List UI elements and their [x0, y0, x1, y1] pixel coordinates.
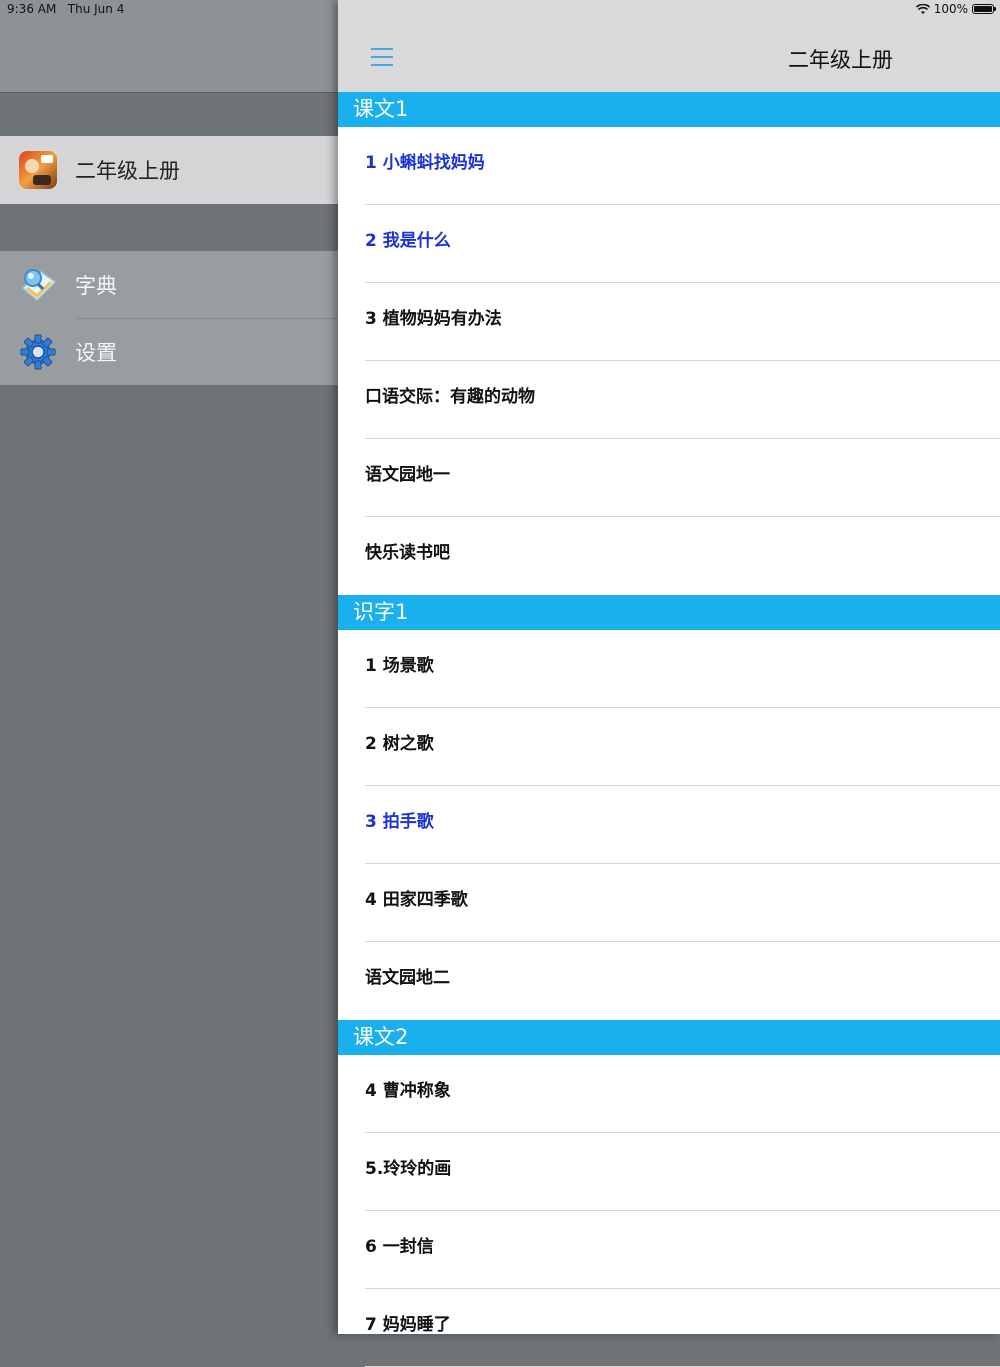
lesson-row[interactable]: 3 植物妈妈有办法 [338, 283, 1000, 361]
lesson-list: 课文1 1 小蝌蚪找妈妈 2 我是什么 3 植物妈妈有办法口语交际：有趣的动物 语文园地… [338, 92, 1000, 1367]
lesson-row[interactable]: 1 场景歌 [338, 630, 1000, 708]
page-title: 二年级上册 [788, 48, 893, 72]
gear-icon [20, 334, 56, 370]
sidebar-item-label: 字典 [75, 273, 117, 298]
lesson-title: 3 植物妈妈有办法 [365, 309, 502, 329]
lesson-title: 5.玲玲的画 [365, 1159, 452, 1179]
lesson-title: 快乐读书吧 [365, 543, 450, 563]
lesson-title: 1 小蝌蚪找妈妈 [365, 153, 485, 173]
section-header: 课文1 [338, 92, 1000, 127]
lesson-row[interactable]: 4 曹冲称象 [338, 1055, 1000, 1133]
lesson-row[interactable]: 2 树之歌 [338, 708, 1000, 786]
lesson-title: 7 妈妈睡了 [365, 1315, 451, 1335]
lesson-title: 3 拍手歌 [365, 812, 434, 832]
lesson-title: 语文园地一 [365, 465, 450, 485]
dictionary-icon [21, 268, 57, 301]
lesson-row[interactable]: 3 拍手歌 [338, 786, 1000, 864]
sidebar-item-label: 设置 [75, 341, 117, 365]
lesson-row[interactable]: 5.玲玲的画 [338, 1133, 1000, 1211]
lesson-title: 1 场景歌 [365, 656, 434, 676]
section-header: 课文2 [338, 1020, 1000, 1055]
lesson-title: 口语交际：有趣的动物 [365, 387, 535, 407]
lesson-row[interactable]: 口语交际：有趣的动物 [338, 361, 1000, 439]
lesson-title: 6 一封信 [365, 1237, 434, 1257]
status-time: 9:36 AM Thu Jun 4 [7, 2, 125, 16]
status-bar: 9:36 AM Thu Jun 4 100% [0, 0, 1000, 20]
lesson-title: 4 曹冲称象 [365, 1081, 451, 1101]
lesson-title: 2 树之歌 [365, 734, 434, 754]
lesson-row[interactable]: 7 妈妈睡了 [338, 1289, 1000, 1367]
sidebar-item-label: 二年级上册 [75, 159, 180, 183]
lesson-title: 4 田家四季歌 [365, 890, 468, 910]
sidebar-item-settings[interactable]: 设置 [0, 319, 338, 385]
lesson-title: 语文园地二 [365, 968, 450, 988]
wifi-icon [915, 3, 930, 14]
lesson-row[interactable]: 2 我是什么 [338, 205, 1000, 283]
battery-percent: 100% [933, 2, 968, 16]
main-panel: 二年级上册 课文1 1 小蝌蚪找妈妈 2 我是什么 3 植物妈妈有办法口语交际：有趣的… [338, 0, 1000, 1367]
lesson-row[interactable]: 快乐读书吧 [338, 517, 1000, 595]
sidebar-item-dictionary[interactable]: 字典 [0, 251, 338, 318]
lesson-row[interactable]: 语文园地二 [338, 942, 1000, 1020]
battery-icon [972, 4, 996, 14]
lesson-row[interactable]: 1 小蝌蚪找妈妈 [338, 127, 1000, 205]
lesson-row[interactable]: 6 一封信 [338, 1211, 1000, 1289]
lesson-row[interactable]: 4 田家四季歌 [338, 864, 1000, 942]
status-right: 100% [915, 2, 996, 16]
book-cover-icon [19, 151, 57, 189]
lesson-title: 2 我是什么 [365, 231, 451, 251]
lesson-row[interactable]: 语文园地一 [338, 439, 1000, 517]
sidebar-item-book[interactable]: 二年级上册 [0, 136, 338, 204]
section-header: 识字1 [338, 595, 1000, 630]
sidebar: 二年级上册 字典 设置 [0, 0, 338, 1334]
